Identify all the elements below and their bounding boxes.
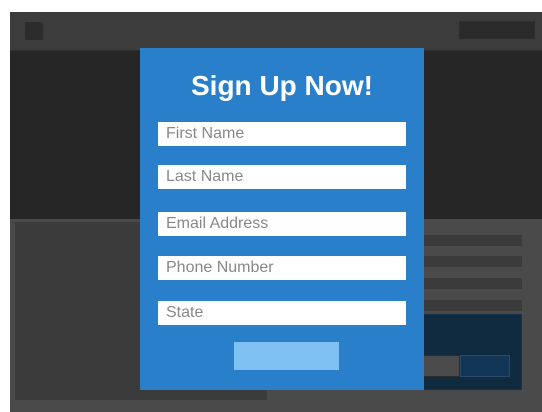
top-bar (10, 12, 542, 51)
logo-icon[interactable] (25, 22, 43, 40)
phone-field[interactable] (158, 256, 406, 280)
text-line-placeholder (413, 278, 522, 289)
text-line-placeholder (413, 256, 522, 267)
top-bar-search[interactable] (459, 21, 535, 39)
background-card-button (460, 355, 510, 377)
last-name-field[interactable] (158, 165, 406, 189)
email-field[interactable] (158, 212, 406, 236)
state-field[interactable] (158, 301, 406, 325)
first-name-field[interactable] (158, 122, 406, 146)
text-line-placeholder (413, 300, 522, 311)
text-line-placeholder (413, 235, 522, 246)
submit-button[interactable] (234, 342, 339, 370)
signup-modal: Sign Up Now! (140, 48, 424, 390)
modal-title: Sign Up Now! (191, 70, 373, 101)
